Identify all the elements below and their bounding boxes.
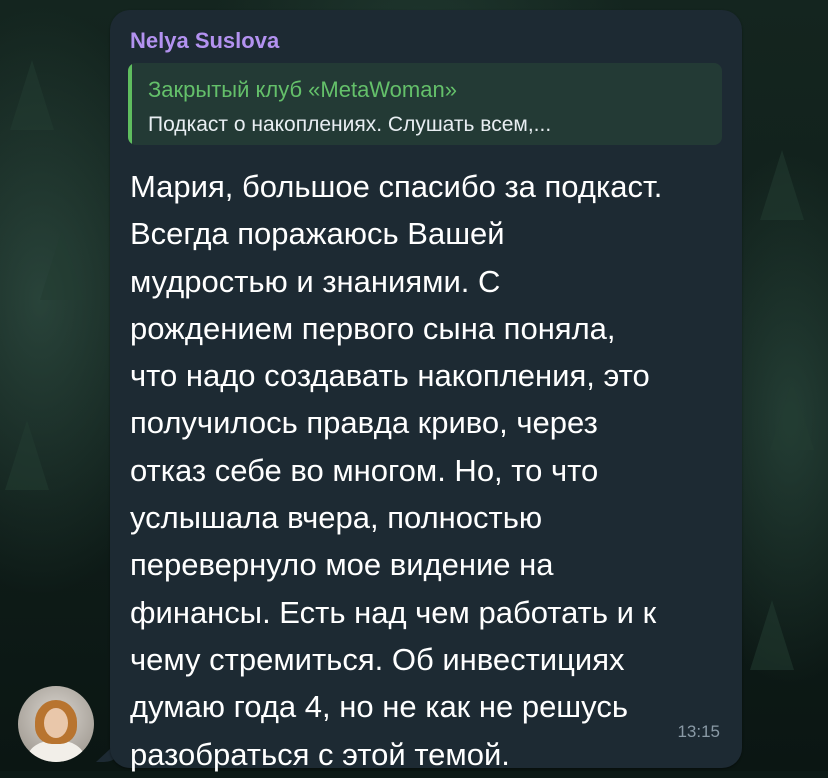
- message-line: Мария, большое спасибо за подкаст.: [130, 169, 663, 204]
- reply-text: Подкаст о накоплениях. Слушать всем,...: [148, 113, 552, 136]
- message-line: что надо создавать накопления, это: [130, 358, 650, 394]
- reply-preview[interactable]: Закрытый клуб «MetaWoman» Подкаст о нако…: [128, 63, 722, 145]
- reply-accent-bar: [128, 63, 132, 145]
- sender-name[interactable]: Nelya Suslova: [130, 28, 279, 54]
- message-line: рождением первого сына поняла,: [130, 310, 616, 346]
- wallpaper-tree: [760, 150, 804, 220]
- wallpaper-tree: [770, 380, 814, 450]
- wallpaper-tree: [10, 60, 54, 130]
- wallpaper-tree: [750, 600, 794, 670]
- message-line: финансы. Есть над чем работать и к: [130, 594, 657, 630]
- message-time: 13:15: [677, 722, 720, 741]
- message-text: Мария, большое спасибо за подкаст. Всегд…: [130, 163, 730, 778]
- reply-title: Закрытый клуб «MetaWoman»: [148, 77, 457, 102]
- message-line: отказ себе во многом. Но, то что: [130, 452, 599, 488]
- message-line: получилось правда криво, через: [130, 405, 598, 441]
- message-line: Всегда поражаюсь Вашей: [130, 216, 505, 252]
- wallpaper-tree: [5, 420, 49, 490]
- wallpaper-tree: [40, 230, 84, 300]
- message-bubble[interactable]: Nelya Suslova Закрытый клуб «MetaWoman» …: [110, 10, 742, 772]
- message-line: перевернуло мое видение на: [130, 547, 554, 583]
- avatar-face: [44, 708, 68, 738]
- sender-avatar[interactable]: [18, 686, 94, 762]
- message-line: мудростью и знаниями. С: [130, 263, 501, 299]
- message-line: услышала вчера, полностью: [130, 500, 543, 536]
- message-line: чему стремиться. Об инвестициях: [130, 641, 625, 677]
- message-line: думаю года 4, но не как не решусь: [130, 689, 628, 725]
